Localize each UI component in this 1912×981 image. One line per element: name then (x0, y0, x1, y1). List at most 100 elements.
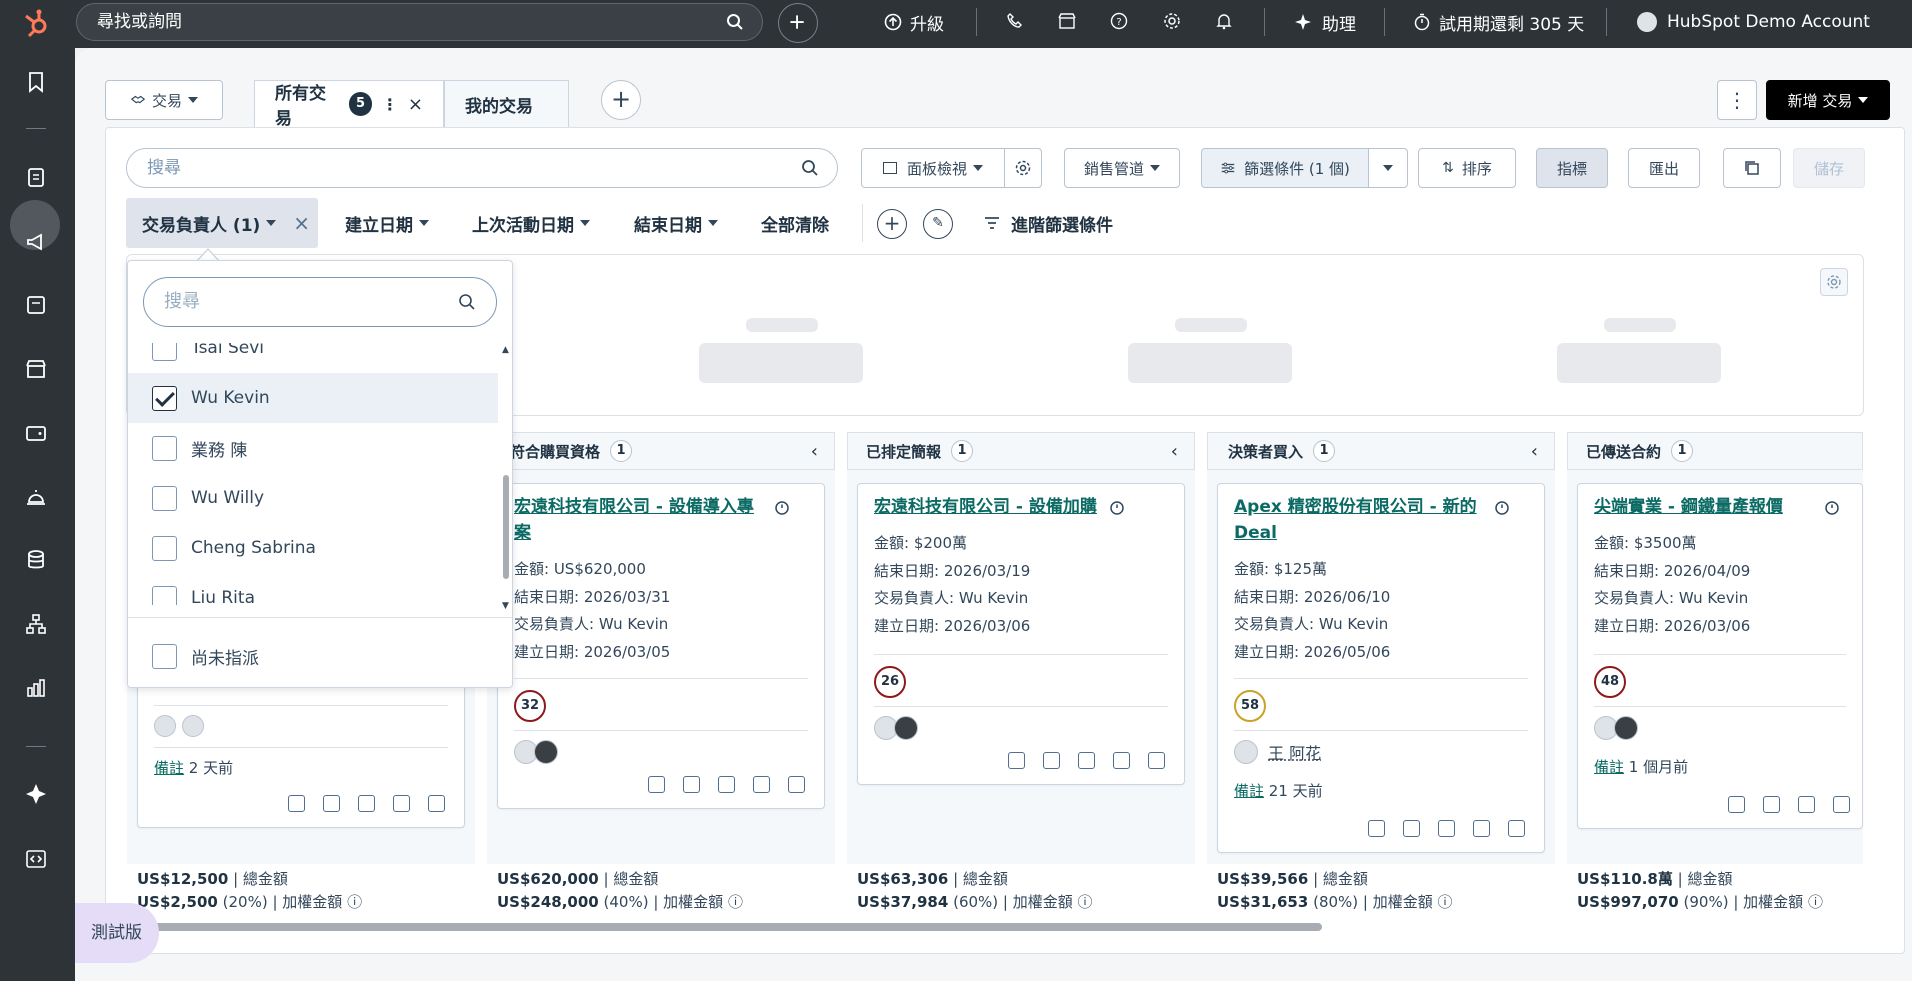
sparkle-icon[interactable] (323, 795, 340, 812)
checkbox-checked[interactable] (152, 385, 177, 411)
collapse-chevron-icon[interactable]: ‹ (1171, 441, 1178, 462)
crm-icon[interactable] (24, 165, 48, 189)
preview-icon[interactable] (1368, 820, 1385, 837)
deal-card[interactable]: 宏遠科技有限公司 - 設備加購 金額: $200萬 結束日期: 2026/03/… (857, 483, 1185, 785)
duplicate-button[interactable] (1723, 148, 1781, 188)
help-icon[interactable]: ? (1110, 12, 1128, 30)
marketplace-icon[interactable] (1058, 12, 1076, 30)
edit-note-icon[interactable] (753, 776, 770, 793)
edit-note-icon[interactable] (393, 795, 410, 812)
horizontal-scrollbar[interactable] (137, 923, 1322, 931)
last-activity-filter[interactable]: 上次活動日期 (472, 198, 590, 248)
email-icon[interactable] (1438, 820, 1455, 837)
beta-badge[interactable]: 測試版 (75, 903, 159, 963)
deal-card[interactable]: 宏遠科技有限公司 - 設備導入專案 金額: US$620,000 結束日期: 2… (497, 483, 825, 809)
settings-icon[interactable] (1163, 12, 1181, 30)
owner-option[interactable]: 業務 陳 (128, 423, 498, 473)
global-search-input[interactable]: 尋找或詢問 (76, 3, 763, 41)
task-icon[interactable] (428, 795, 445, 812)
deal-title-link[interactable]: 宏遠科技有限公司 - 設備加購 (874, 494, 1124, 520)
deal-card[interactable]: Apex 精密股份有限公司 - 新的 Deal 金額: $125萬 結束日期: … (1217, 483, 1545, 853)
edit-note-icon[interactable] (1473, 820, 1490, 837)
sparkle-icon[interactable] (1043, 752, 1060, 769)
workflow-hierarchy-icon[interactable] (24, 612, 48, 636)
email-icon[interactable] (718, 776, 735, 793)
export-button[interactable]: 匯出 (1628, 148, 1700, 188)
info-icon[interactable]: ⓘ (347, 893, 362, 911)
database-icon[interactable] (24, 548, 48, 572)
note-link[interactable]: 備註 (1594, 758, 1624, 776)
filters-dropdown-button[interactable] (1368, 148, 1408, 188)
task-icon[interactable] (1148, 752, 1165, 769)
sort-button[interactable]: ⇅ 排序 (1418, 148, 1516, 188)
info-icon[interactable]: ⓘ (1808, 893, 1823, 911)
assistant-button[interactable]: 助理 (1294, 0, 1356, 44)
trial-countdown-button[interactable]: 試用期還剩 305 天 (1413, 0, 1584, 44)
dropdown-scrollbar[interactable] (503, 475, 509, 579)
edit-note-icon[interactable] (1113, 752, 1130, 769)
board-view-selector[interactable]: 面板檢視 (861, 148, 1005, 188)
sparkle-icon[interactable] (683, 776, 700, 793)
preview-icon[interactable] (1008, 752, 1025, 769)
commerce-store-icon[interactable] (24, 357, 48, 381)
email-icon[interactable] (1798, 796, 1815, 813)
scroll-up-arrow-icon[interactable]: ▲ (502, 345, 509, 355)
add-view-button[interactable]: + (601, 80, 641, 120)
close-icon[interactable]: × (293, 211, 310, 235)
tab-options-icon[interactable]: ⋮ (382, 95, 398, 114)
deal-title-link[interactable]: 尖端實業 - 鋼鐵量產報價 (1594, 494, 1839, 520)
note-link[interactable]: 備註 (154, 759, 184, 777)
checkbox[interactable] (152, 535, 177, 561)
more-actions-button[interactable]: ⋮ (1717, 80, 1757, 120)
deal-search-input[interactable]: 搜尋 (126, 148, 838, 188)
sparkle-icon[interactable] (1763, 796, 1780, 813)
filters-button[interactable]: 篩選條件 (1 個) (1201, 148, 1369, 188)
edit-note-icon[interactable] (1833, 796, 1850, 813)
checkbox[interactable] (152, 485, 177, 511)
preview-icon[interactable] (1728, 796, 1745, 813)
notifications-bell-icon[interactable] (1215, 12, 1233, 30)
add-filter-button[interactable]: + (877, 209, 907, 239)
create-date-filter[interactable]: 建立日期 (345, 198, 429, 248)
save-view-button[interactable]: 儲存 (1793, 148, 1865, 188)
owner-filter-chip[interactable]: 交易負責人 (1) × (126, 198, 318, 248)
sparkle-icon[interactable] (1403, 820, 1420, 837)
object-type-selector[interactable]: 交易 (105, 80, 223, 120)
board-settings-button[interactable] (1004, 148, 1042, 188)
owner-search-input[interactable]: 搜尋 (143, 277, 497, 327)
pipeline-selector[interactable]: 銷售管道 (1064, 148, 1180, 188)
contact-name[interactable]: 王 阿花 (1268, 740, 1321, 764)
tab-my-deals[interactable]: 我的交易 (444, 80, 569, 127)
clear-all-filters[interactable]: 全部清除 (761, 198, 829, 248)
tab-all-deals[interactable]: 所有交易 5 ⋮ × (254, 80, 444, 129)
deal-title-link[interactable]: 宏遠科技有限公司 - 設備導入專案 (514, 494, 789, 546)
preview-icon[interactable] (648, 776, 665, 793)
collapse-chevron-icon[interactable]: ‹ (1531, 441, 1538, 462)
deal-card[interactable]: 尖端實業 - 鋼鐵量產報價 金額: $3500萬 結束日期: 2026/04/0… (1577, 483, 1863, 829)
edit-filters-button[interactable]: ✎ (923, 209, 953, 239)
hubspot-logo-icon[interactable] (20, 8, 52, 40)
info-icon[interactable]: ⓘ (1438, 893, 1453, 911)
reports-bar-chart-icon[interactable] (24, 676, 48, 700)
unassigned-option[interactable]: 尚未指派 (128, 631, 498, 681)
checkbox[interactable] (152, 585, 177, 605)
account-menu[interactable]: HubSpot Demo Account (1637, 0, 1870, 44)
info-icon[interactable]: ⓘ (1078, 893, 1093, 911)
metrics-button[interactable]: 指標 (1536, 148, 1608, 188)
create-button[interactable] (778, 3, 818, 43)
owner-option[interactable]: Tsai Sevi (128, 343, 498, 373)
ai-sparkle-icon[interactable] (24, 782, 48, 806)
info-icon[interactable]: ⓘ (728, 893, 743, 911)
email-icon[interactable] (1078, 752, 1095, 769)
close-date-filter[interactable]: 結束日期 (634, 198, 718, 248)
checkbox[interactable] (152, 643, 177, 669)
new-deal-button[interactable]: 新增 交易 (1766, 80, 1890, 120)
owner-option[interactable]: Liu Rita (128, 573, 498, 605)
marketing-megaphone-icon[interactable] (24, 230, 48, 254)
task-icon[interactable] (1508, 820, 1525, 837)
note-link[interactable]: 備註 (1234, 782, 1264, 800)
checkbox[interactable] (152, 343, 177, 361)
advanced-filters-button[interactable]: 進階篩選條件 (983, 198, 1113, 248)
bookmark-icon[interactable] (24, 70, 48, 94)
phone-icon[interactable] (1006, 12, 1024, 30)
